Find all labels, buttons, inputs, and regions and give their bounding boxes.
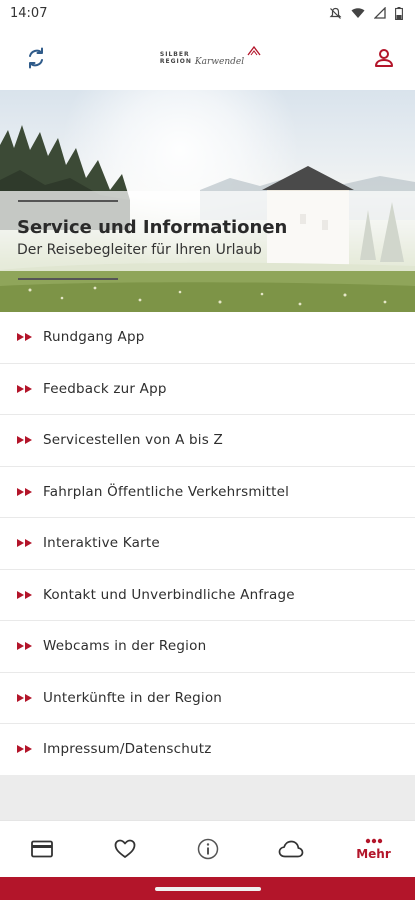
nav-favorites[interactable] bbox=[83, 821, 166, 877]
double-arrow-icon bbox=[17, 745, 32, 754]
menu-item-impressum[interactable]: Impressum/Datenschutz bbox=[0, 724, 415, 776]
menu-item-label: Webcams in der Region bbox=[43, 638, 207, 655]
logo-line-2: REGION bbox=[159, 58, 192, 65]
menu-item-fahrplan[interactable]: Fahrplan Öffentliche Verkehrsmittel bbox=[0, 466, 415, 518]
system-gesture-bar bbox=[0, 877, 415, 900]
double-arrow-icon bbox=[17, 590, 32, 599]
menu-item-label: Servicestellen von A bis Z bbox=[43, 432, 223, 449]
gesture-handle[interactable] bbox=[155, 887, 261, 891]
signal-icon bbox=[374, 7, 386, 19]
menu-item-label: Interaktive Karte bbox=[43, 535, 160, 552]
card-icon bbox=[30, 840, 53, 858]
double-arrow-icon bbox=[17, 487, 32, 496]
nav-card[interactable] bbox=[0, 821, 83, 877]
content-background bbox=[0, 775, 415, 820]
nav-weather[interactable] bbox=[249, 821, 332, 877]
double-arrow-icon bbox=[17, 642, 32, 651]
hero-divider-top bbox=[18, 200, 118, 202]
logo-wordmark: SILBER REGION bbox=[160, 51, 192, 65]
menu-item-label: Rundgang App bbox=[43, 329, 145, 346]
status-icons bbox=[329, 6, 403, 20]
menu-item-webcams[interactable]: Webcams in der Region bbox=[0, 621, 415, 673]
heart-icon bbox=[114, 839, 135, 858]
menu-item-label: Kontakt und Unverbindliche Anfrage bbox=[43, 586, 295, 603]
menu-item-kontakt[interactable]: Kontakt und Unverbindliche Anfrage bbox=[0, 569, 415, 621]
nav-more[interactable]: Mehr bbox=[332, 821, 415, 877]
double-arrow-icon bbox=[17, 333, 32, 342]
info-icon bbox=[197, 838, 218, 860]
mute-icon bbox=[329, 7, 342, 19]
menu-item-rundgang-app[interactable]: Rundgang App bbox=[0, 312, 415, 364]
nav-info[interactable] bbox=[166, 821, 249, 877]
app-header: SILBER REGION Karwendel bbox=[0, 26, 415, 90]
menu-item-label: Unterkünfte in der Region bbox=[43, 689, 223, 706]
double-arrow-icon bbox=[17, 384, 32, 393]
hero-divider-bottom bbox=[18, 278, 118, 280]
status-bar: 14:07 bbox=[0, 0, 415, 26]
sync-icon[interactable] bbox=[24, 46, 48, 70]
logo-script: Karwendel bbox=[194, 57, 245, 67]
menu-item-label: Impressum/Datenschutz bbox=[43, 741, 212, 758]
double-arrow-icon bbox=[17, 436, 32, 445]
menu-item-label: Fahrplan Öffentliche Verkehrsmittel bbox=[43, 483, 290, 500]
double-arrow-icon bbox=[17, 693, 32, 702]
cloud-icon bbox=[278, 840, 303, 858]
menu-item-servicestellen[interactable]: Servicestellen von A bis Z bbox=[0, 415, 415, 467]
menu-item-feedback[interactable]: Feedback zur App bbox=[0, 363, 415, 415]
wifi-icon bbox=[351, 8, 365, 18]
battery-icon bbox=[395, 6, 403, 20]
logo-mark-icon bbox=[247, 45, 261, 56]
menu-item-unterkuenfte[interactable]: Unterkünfte in der Region bbox=[0, 672, 415, 724]
menu-item-label: Feedback zur App bbox=[43, 380, 167, 397]
logo-line-1: SILBER bbox=[159, 51, 190, 58]
hero-banner: Service und Informationen Der Reisebegle… bbox=[0, 90, 415, 312]
more-icon bbox=[365, 838, 382, 843]
hero-subtitle: Der Reisebegleiter für Ihren Urlaub bbox=[17, 242, 262, 258]
menu-item-interaktive-karte[interactable]: Interaktive Karte bbox=[0, 518, 415, 570]
double-arrow-icon bbox=[17, 539, 32, 548]
status-time: 14:07 bbox=[10, 5, 48, 21]
user-icon[interactable] bbox=[373, 47, 395, 69]
service-menu-list: Rundgang App Feedback zur App Serviceste… bbox=[0, 312, 415, 776]
hero-title: Service und Informationen bbox=[17, 217, 288, 238]
nav-more-label: Mehr bbox=[356, 846, 391, 861]
bottom-navigation: Mehr bbox=[0, 820, 415, 877]
app-logo: SILBER REGION Karwendel bbox=[160, 45, 261, 67]
